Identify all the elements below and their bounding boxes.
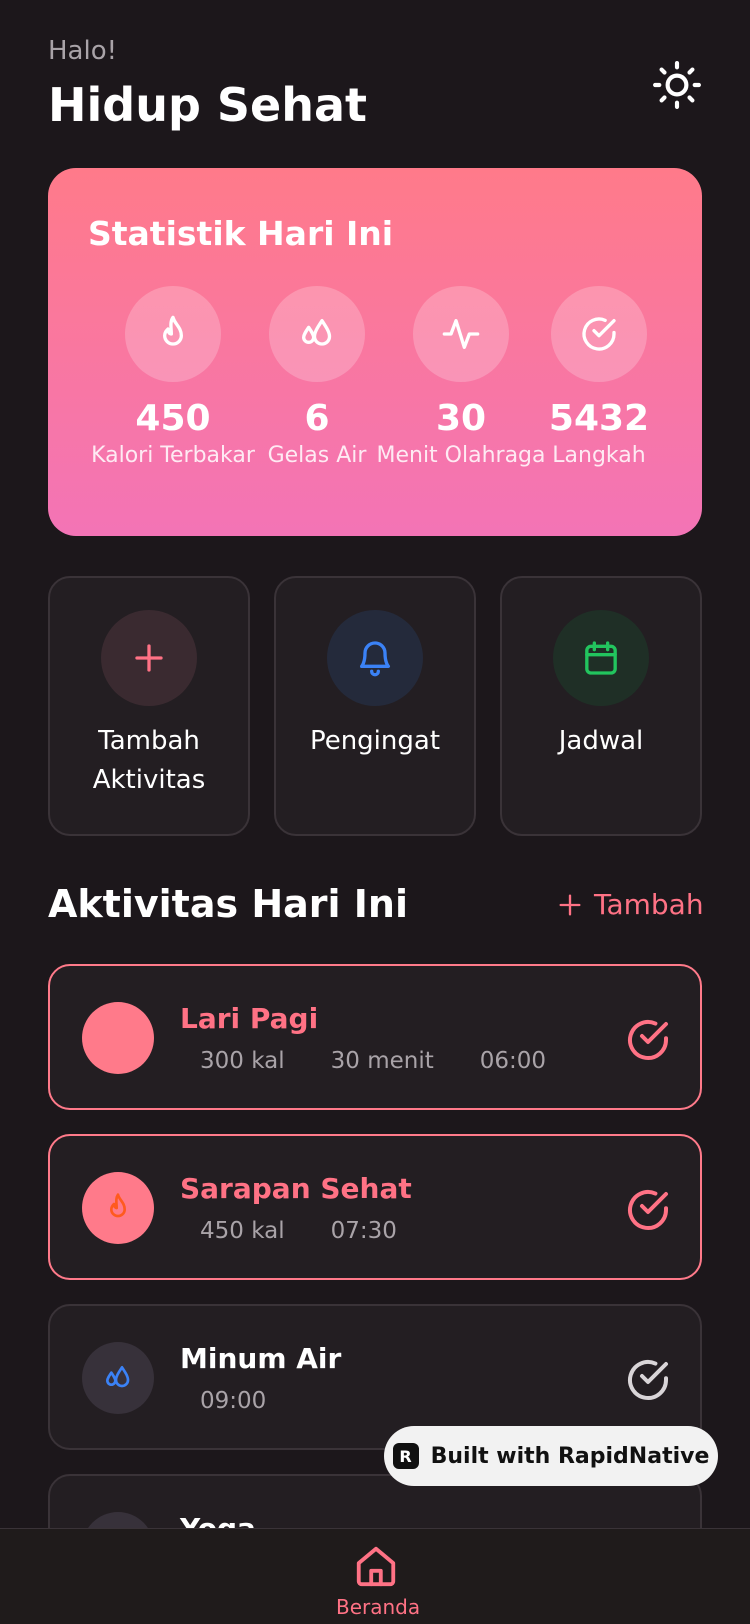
quick-action-label: Pengingat xyxy=(309,726,441,756)
activity-calories: 300 kal xyxy=(200,1048,285,1074)
droplets-icon xyxy=(269,286,365,382)
activity-name: Sarapan Sehat xyxy=(180,1172,412,1205)
activity-avatar xyxy=(82,1002,154,1074)
check-circle-icon[interactable] xyxy=(624,1016,672,1064)
activity-meta: 450 kal 07:30 xyxy=(200,1218,397,1244)
tab-home[interactable]: Beranda xyxy=(336,1543,421,1619)
reminder-button[interactable]: Pengingat xyxy=(274,576,476,836)
tab-home-label: Beranda xyxy=(336,1595,421,1619)
stats-title: Statistik Hari Ini xyxy=(88,214,394,253)
page-title: Hidup Sehat xyxy=(48,78,367,132)
stats-card: Statistik Hari Ini 450 Kalori Terbakar 6… xyxy=(48,168,702,536)
section-title: Aktivitas Hari Ini xyxy=(48,882,408,926)
stat-label: Langkah xyxy=(552,443,646,468)
calendar-icon xyxy=(553,610,649,706)
add-activity-link[interactable]: Tambah xyxy=(556,888,704,921)
flame-icon xyxy=(125,286,221,382)
bottom-tab-bar: Beranda xyxy=(0,1528,750,1624)
schedule-button[interactable]: Jadwal xyxy=(500,576,702,836)
home-icon xyxy=(356,1546,396,1587)
activity-meta: 300 kal 30 menit 06:00 xyxy=(200,1048,546,1074)
plus-icon xyxy=(559,894,581,915)
stat-steps: 5432 Langkah xyxy=(514,286,684,468)
activity-item[interactable]: Lari Pagi 300 kal 30 menit 06:00 xyxy=(48,964,702,1110)
stat-value: 5432 xyxy=(548,398,650,439)
bell-icon xyxy=(327,610,423,706)
check-circle-icon[interactable] xyxy=(624,1356,672,1404)
quick-action-label: Tambah Aktivitas xyxy=(92,726,206,795)
sun-icon[interactable] xyxy=(652,60,702,110)
activity-name: Lari Pagi xyxy=(180,1002,319,1035)
activity-time: 06:00 xyxy=(479,1048,547,1074)
activity-item[interactable]: Sarapan Sehat 450 kal 07:30 xyxy=(48,1134,702,1280)
check-circle-icon[interactable] xyxy=(624,1186,672,1234)
add-activity-button[interactable]: Tambah Aktivitas xyxy=(48,576,250,836)
droplets-icon xyxy=(82,1342,154,1414)
built-with-badge[interactable]: R Built with RapidNative xyxy=(384,1426,718,1486)
rapidnative-logo-icon: R xyxy=(392,1443,419,1469)
activity-meta: 09:00 xyxy=(200,1388,266,1414)
quick-action-label: Jadwal xyxy=(558,726,644,756)
badge-label: Built with RapidNative xyxy=(430,1443,710,1469)
activity-duration: 30 menit xyxy=(330,1048,434,1074)
flame-icon xyxy=(82,1172,154,1244)
activity-time: 09:00 xyxy=(200,1388,267,1414)
activity-name: Minum Air xyxy=(180,1342,342,1375)
plus-icon xyxy=(101,610,197,706)
activity-icon xyxy=(413,286,509,382)
add-label: Tambah xyxy=(594,888,704,921)
check-circle-icon xyxy=(551,286,647,382)
greeting: Halo! xyxy=(48,36,118,66)
activity-calories: 450 kal xyxy=(200,1218,285,1244)
activity-time: 07:30 xyxy=(330,1218,397,1244)
